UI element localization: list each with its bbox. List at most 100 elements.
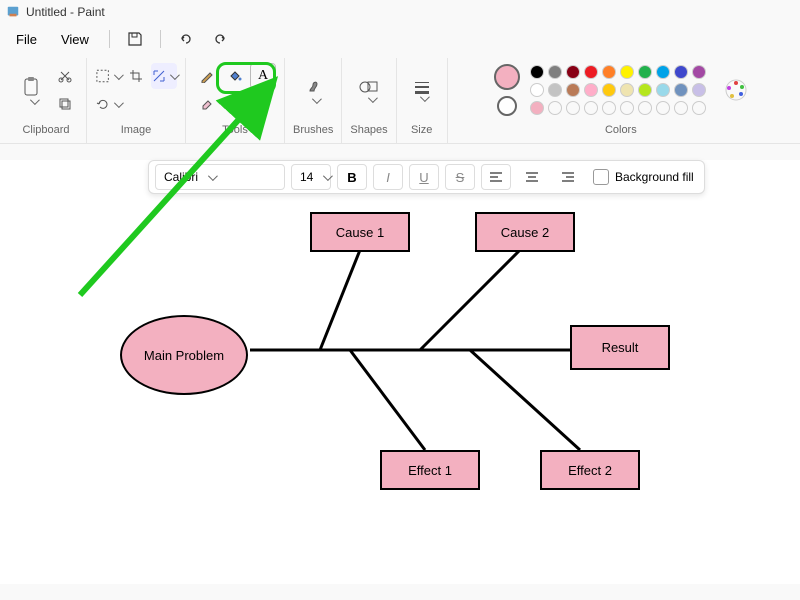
app-icon bbox=[6, 5, 20, 19]
group-label: Colors bbox=[605, 124, 637, 136]
copy-button[interactable] bbox=[52, 91, 78, 117]
paste-button[interactable] bbox=[14, 65, 48, 115]
swatch[interactable] bbox=[656, 65, 670, 79]
group-label: Tools bbox=[222, 124, 248, 136]
swatch[interactable] bbox=[530, 101, 544, 115]
save-button[interactable] bbox=[120, 26, 150, 52]
color-swatches bbox=[530, 65, 706, 115]
italic-button[interactable]: I bbox=[373, 164, 403, 190]
cut-button[interactable] bbox=[52, 63, 78, 89]
align-left-button[interactable] bbox=[481, 164, 511, 190]
node-label: Cause 1 bbox=[336, 225, 384, 240]
crop-button[interactable] bbox=[123, 63, 149, 89]
swatch[interactable] bbox=[656, 83, 670, 97]
node-result: Result bbox=[570, 325, 670, 370]
swatch-empty[interactable] bbox=[674, 101, 688, 115]
fill-tool[interactable] bbox=[222, 63, 248, 89]
text-toolbar: Calibri 14 B I U S Background fill bbox=[148, 160, 705, 194]
node-label: Cause 2 bbox=[501, 225, 549, 240]
shapes-button[interactable] bbox=[352, 65, 386, 115]
bgfill-label: Background fill bbox=[615, 170, 694, 184]
rotate-button[interactable] bbox=[95, 91, 121, 117]
chevron-down-icon bbox=[319, 170, 330, 184]
swatch[interactable] bbox=[620, 65, 634, 79]
menu-file[interactable]: File bbox=[6, 28, 47, 51]
swatch[interactable] bbox=[674, 83, 688, 97]
group-colors: Colors bbox=[448, 58, 794, 143]
swatch[interactable] bbox=[692, 83, 706, 97]
select-button[interactable] bbox=[95, 63, 121, 89]
node-main-problem: Main Problem bbox=[120, 315, 248, 395]
swatch[interactable] bbox=[674, 65, 688, 79]
group-label: Clipboard bbox=[22, 124, 69, 136]
color-2[interactable] bbox=[497, 96, 517, 116]
font-dropdown[interactable]: Calibri bbox=[155, 164, 285, 190]
group-shapes: Shapes bbox=[342, 58, 396, 143]
font-name: Calibri bbox=[164, 170, 198, 184]
group-brushes: Brushes bbox=[285, 58, 342, 143]
align-right-button[interactable] bbox=[553, 164, 583, 190]
underline-button[interactable]: U bbox=[409, 164, 439, 190]
group-clipboard: Clipboard bbox=[6, 58, 87, 143]
swatch[interactable] bbox=[566, 65, 580, 79]
separator bbox=[160, 30, 161, 48]
strikethrough-button[interactable]: S bbox=[445, 164, 475, 190]
menu-bar: File View bbox=[0, 24, 800, 54]
menu-view[interactable]: View bbox=[51, 28, 99, 51]
background-fill-toggle[interactable]: Background fill bbox=[589, 169, 698, 185]
node-effect2: Effect 2 bbox=[540, 450, 640, 490]
swatch[interactable] bbox=[584, 83, 598, 97]
node-effect1: Effect 1 bbox=[380, 450, 480, 490]
window-title: Untitled - Paint bbox=[26, 5, 105, 19]
swatch-empty[interactable] bbox=[656, 101, 670, 115]
group-label: Image bbox=[121, 124, 152, 136]
pencil-tool[interactable] bbox=[194, 63, 220, 89]
swatch[interactable] bbox=[692, 65, 706, 79]
ribbon: Clipboard Image A bbox=[0, 54, 800, 144]
undo-button[interactable] bbox=[171, 26, 201, 52]
align-center-button[interactable] bbox=[517, 164, 547, 190]
swatch-empty[interactable] bbox=[638, 101, 652, 115]
canvas[interactable]: Main Problem Cause 1 Cause 2 Effect 1 Ef… bbox=[0, 160, 800, 584]
group-image: Image bbox=[87, 58, 186, 143]
node-label: Result bbox=[602, 340, 639, 355]
group-label: Brushes bbox=[293, 124, 333, 136]
swatch[interactable] bbox=[548, 83, 562, 97]
eyedropper-tool[interactable] bbox=[222, 91, 248, 117]
swatch-empty[interactable] bbox=[566, 101, 580, 115]
title-bar: Untitled - Paint bbox=[0, 0, 800, 24]
redo-button[interactable] bbox=[205, 26, 235, 52]
color-1[interactable] bbox=[494, 64, 520, 90]
swatch-empty[interactable] bbox=[602, 101, 616, 115]
brushes-button[interactable] bbox=[296, 65, 330, 115]
swatch[interactable] bbox=[620, 83, 634, 97]
font-size-dropdown[interactable]: 14 bbox=[291, 164, 331, 190]
swatch-empty[interactable] bbox=[620, 101, 634, 115]
swatch-empty[interactable] bbox=[548, 101, 562, 115]
swatch[interactable] bbox=[530, 65, 544, 79]
bold-button[interactable]: B bbox=[337, 164, 367, 190]
zoom-tool[interactable] bbox=[250, 91, 276, 117]
swatch[interactable] bbox=[638, 83, 652, 97]
swatch[interactable] bbox=[530, 83, 544, 97]
swatch[interactable] bbox=[566, 83, 580, 97]
eraser-tool[interactable] bbox=[194, 91, 220, 117]
swatch-empty[interactable] bbox=[692, 101, 706, 115]
text-tool[interactable]: A bbox=[250, 63, 276, 89]
swatch[interactable] bbox=[548, 65, 562, 79]
node-label: Effect 2 bbox=[568, 463, 612, 478]
swatch[interactable] bbox=[602, 65, 616, 79]
node-cause1: Cause 1 bbox=[310, 212, 410, 252]
swatch[interactable] bbox=[602, 83, 616, 97]
swatch[interactable] bbox=[638, 65, 652, 79]
node-cause2: Cause 2 bbox=[475, 212, 575, 252]
font-size: 14 bbox=[300, 170, 313, 184]
node-label: Main Problem bbox=[144, 348, 224, 363]
edit-colors-button[interactable] bbox=[724, 78, 748, 102]
swatch[interactable] bbox=[584, 65, 598, 79]
resize-button[interactable] bbox=[151, 63, 177, 89]
swatch-empty[interactable] bbox=[584, 101, 598, 115]
group-label: Shapes bbox=[350, 124, 387, 136]
size-button[interactable] bbox=[405, 65, 439, 115]
group-tools: A Tools bbox=[186, 58, 285, 143]
